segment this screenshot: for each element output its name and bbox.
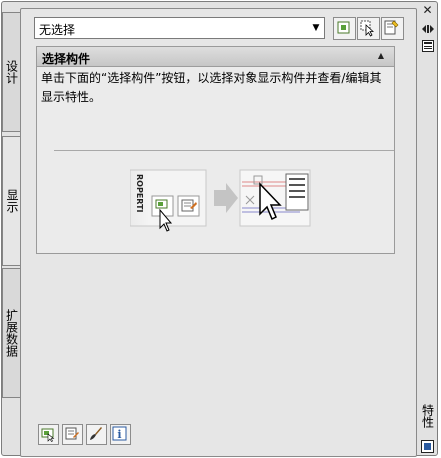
pickadd-toggle-button[interactable] — [333, 17, 356, 40]
palette-title-label: 特性 — [420, 404, 435, 428]
palette-title: 特性 — [420, 396, 436, 436]
brush-button[interactable] — [86, 424, 107, 445]
select-components-button[interactable] — [38, 424, 59, 445]
properties-menu-icon[interactable] — [422, 40, 434, 52]
section-description: 单击下面的“选择构件”按钮，以选择对象显示构件并查看/编辑其显示特性。 — [41, 71, 382, 104]
illustration-logo-text: ROPERTI — [135, 174, 144, 213]
info-icon: i — [112, 426, 127, 441]
section-title: 选择构件 — [42, 52, 91, 66]
edit-display-properties-button[interactable] — [62, 424, 83, 445]
selection-dropdown-value: 无选择 — [39, 23, 76, 37]
brush-icon — [90, 427, 102, 440]
auto-hide-icon[interactable] — [421, 22, 435, 36]
quick-select-button[interactable] — [381, 17, 404, 40]
select-objects-icon — [360, 20, 375, 37]
palette-icon-graphic — [421, 440, 434, 453]
quick-select-icon — [384, 20, 399, 35]
collapse-icon[interactable]: ▲ — [378, 51, 384, 60]
tab-display[interactable]: 显示 — [2, 136, 22, 266]
close-icon[interactable]: ✕ — [421, 4, 434, 16]
edit-display-properties-icon — [65, 427, 79, 440]
svg-text:i: i — [117, 428, 121, 441]
select-components-icon — [41, 428, 55, 442]
tab-display-label: 显示 — [5, 189, 19, 213]
tab-design-label: 设计 — [4, 60, 19, 84]
tab-design[interactable]: 设计 — [2, 12, 22, 132]
tab-extended-data[interactable]: 扩展数据 — [2, 268, 22, 398]
section-divider — [54, 150, 394, 151]
info-button[interactable]: i — [110, 424, 131, 445]
pickadd-icon — [337, 21, 350, 34]
auto-hide-graphic — [422, 25, 434, 33]
select-components-illustration: ROPERTI — [129, 168, 314, 236]
palette-icon — [421, 440, 434, 453]
tab-extended-data-label: 扩展数据 — [4, 309, 19, 357]
section-header[interactable]: 选择构件 ▲ — [37, 47, 394, 67]
selection-dropdown[interactable]: 无选择 ▼ — [34, 17, 325, 39]
properties-menu-graphic — [422, 40, 434, 52]
illustration-graphic: ROPERTI — [129, 169, 311, 232]
chevron-down-icon[interactable]: ▼ — [308, 18, 324, 38]
select-objects-button[interactable] — [357, 17, 380, 40]
